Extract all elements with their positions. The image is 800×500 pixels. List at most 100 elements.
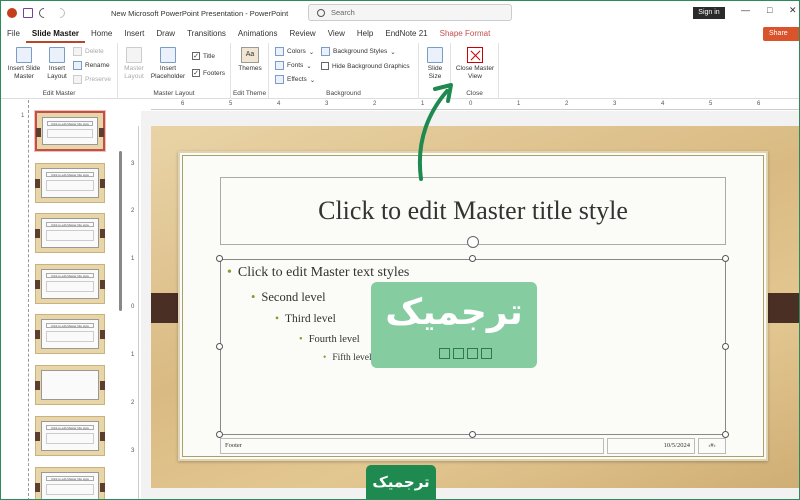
horizontal-ruler: 6 5 4 3 2 1 0 1 2 3 4 5 6 xyxy=(151,100,799,110)
annotation-arrow-icon xyxy=(417,83,453,181)
insert-placeholder-label: Insert Placeholder xyxy=(150,65,186,80)
ruler-tick: 2 xyxy=(131,400,135,406)
thumb-title: Click to edit Master title style xyxy=(46,476,94,481)
date-text: 10/5/2024 xyxy=(663,442,690,449)
resize-handle[interactable] xyxy=(216,431,223,438)
thumb-title: Click to edit Master title style xyxy=(46,323,94,328)
rename-button[interactable]: Rename xyxy=(73,61,110,70)
level-1-text: • Click to edit Master text styles xyxy=(227,265,410,280)
tab-view[interactable]: View xyxy=(322,25,351,43)
close-master-view-button[interactable]: Close Master View xyxy=(453,47,497,81)
page-number-placeholder[interactable]: ‹#› xyxy=(698,438,726,454)
master-layout-label: Master Layout xyxy=(124,65,144,80)
footers-checkbox[interactable]: ✓ Footers xyxy=(192,69,225,77)
watermark-icons xyxy=(439,348,492,359)
fonts-label: Fonts xyxy=(287,62,304,69)
insert-layout-button[interactable]: Insert Layout xyxy=(43,47,71,81)
level-5-label: Fifth level xyxy=(332,353,372,363)
tab-slide-master[interactable]: Slide Master xyxy=(25,25,86,43)
thumbnail-master[interactable]: Click to edit Master title style xyxy=(34,110,106,152)
ruler-tick: 1 xyxy=(131,352,135,358)
thumbnail-layout[interactable]: Click to edit Master title style xyxy=(35,467,105,499)
tab-help[interactable]: Help xyxy=(351,25,379,43)
slide-master-icon xyxy=(16,47,32,63)
panel-guide-line xyxy=(28,100,29,499)
tab-endnote[interactable]: EndNote 21 xyxy=(379,25,433,43)
group-edit-theme: Aa Themes Edit Theme xyxy=(231,43,269,99)
background-styles-dropdown[interactable]: Background Styles ⌄ xyxy=(321,47,396,56)
hide-bg-checkbox-box xyxy=(321,62,329,70)
thumbnail-layout[interactable]: Click to edit Master title style xyxy=(35,264,105,304)
group-label-master-layout: Master Layout xyxy=(153,90,195,97)
effects-dropdown[interactable]: Effects ⌄ xyxy=(275,75,315,84)
level-3-text: • Third level xyxy=(275,313,336,325)
tab-home[interactable]: Home xyxy=(85,25,118,43)
group-label-background: Background xyxy=(326,90,361,97)
title-checkbox[interactable]: ✓ Title xyxy=(192,52,215,60)
preserve-label: Preserve xyxy=(85,76,112,83)
slide-size-button[interactable]: Slide Size xyxy=(423,47,447,81)
tab-shape-format[interactable]: Shape Format xyxy=(434,25,497,43)
resize-handle[interactable] xyxy=(216,343,223,350)
insert-slide-master-button[interactable]: Insert Slide Master xyxy=(7,47,41,81)
tab-transitions[interactable]: Transitions xyxy=(181,25,232,43)
insert-layout-label: Insert Layout xyxy=(47,65,67,80)
slide-size-icon xyxy=(427,47,443,63)
minimize-button[interactable]: — xyxy=(741,5,750,15)
undo-icon[interactable] xyxy=(36,5,52,21)
search-icon xyxy=(317,8,325,17)
share-button[interactable]: Share xyxy=(763,27,799,41)
footer-placeholder[interactable]: Footer xyxy=(220,438,604,454)
window-title: New Microsoft PowerPoint Presentation - … xyxy=(111,9,289,18)
level-2-text: • Second level xyxy=(251,290,326,304)
ruler-tick: 3 xyxy=(325,101,329,107)
quick-access-toolbar xyxy=(1,5,68,21)
fonts-dropdown[interactable]: Fonts ⌄ xyxy=(275,61,312,70)
close-master-view-icon xyxy=(467,47,483,63)
title-placeholder[interactable]: Click to edit Master title style xyxy=(220,177,726,245)
maximize-button[interactable]: □ xyxy=(767,5,772,15)
themes-icon: Aa xyxy=(241,47,259,63)
themes-button[interactable]: Aa Themes xyxy=(235,47,265,73)
thumbnail-layout[interactable]: Click to edit Master title style xyxy=(35,416,105,456)
save-icon[interactable] xyxy=(23,8,33,18)
search-box[interactable]: Search xyxy=(308,4,512,21)
cube-icon xyxy=(439,348,450,359)
date-placeholder[interactable]: 10/5/2024 xyxy=(607,438,695,454)
resize-handle[interactable] xyxy=(722,255,729,262)
thumbnail-layout[interactable]: Click to edit Master title style xyxy=(35,314,105,354)
footer-text: Footer xyxy=(225,442,242,449)
sign-in-button[interactable]: Sign in xyxy=(693,7,725,19)
tab-animations[interactable]: Animations xyxy=(232,25,284,43)
colors-dropdown[interactable]: Colors ⌄ xyxy=(275,47,314,56)
resize-handle[interactable] xyxy=(216,255,223,262)
tab-review[interactable]: Review xyxy=(283,25,321,43)
rename-icon xyxy=(73,61,82,70)
background-styles-label: Background Styles xyxy=(333,48,388,55)
tab-draw[interactable]: Draw xyxy=(150,25,181,43)
master-layout-icon xyxy=(126,47,142,63)
tab-file[interactable]: File xyxy=(1,25,26,43)
close-window-button[interactable]: ✕ xyxy=(789,5,797,16)
thumbnail-scrollbar[interactable] xyxy=(119,151,122,311)
tab-insert[interactable]: Insert xyxy=(118,25,150,43)
rename-label: Rename xyxy=(85,62,110,69)
chart-icon xyxy=(481,348,492,359)
master-layout-button[interactable]: Master Layout xyxy=(120,47,148,81)
insert-placeholder-button[interactable]: Insert Placeholder xyxy=(148,47,188,81)
resize-handle[interactable] xyxy=(722,343,729,350)
hide-background-graphics-checkbox[interactable]: Hide Background Graphics xyxy=(321,62,410,70)
themes-label: Themes xyxy=(238,65,262,72)
redo-icon[interactable] xyxy=(52,5,68,21)
delete-button[interactable]: Delete xyxy=(73,47,104,56)
thumbnail-layout[interactable] xyxy=(35,365,105,405)
resize-handle[interactable] xyxy=(722,431,729,438)
thumbnail-layout[interactable]: Click to edit Master title style xyxy=(35,213,105,253)
resize-handle[interactable] xyxy=(469,431,476,438)
rotate-handle-icon[interactable] xyxy=(467,236,479,248)
level-4-text: • Fourth level xyxy=(299,334,360,345)
resize-handle[interactable] xyxy=(469,255,476,262)
ruler-tick: 2 xyxy=(131,208,135,214)
thumbnail-layout[interactable]: Click to edit Master title style xyxy=(35,163,105,203)
preserve-button[interactable]: Preserve xyxy=(73,75,111,84)
